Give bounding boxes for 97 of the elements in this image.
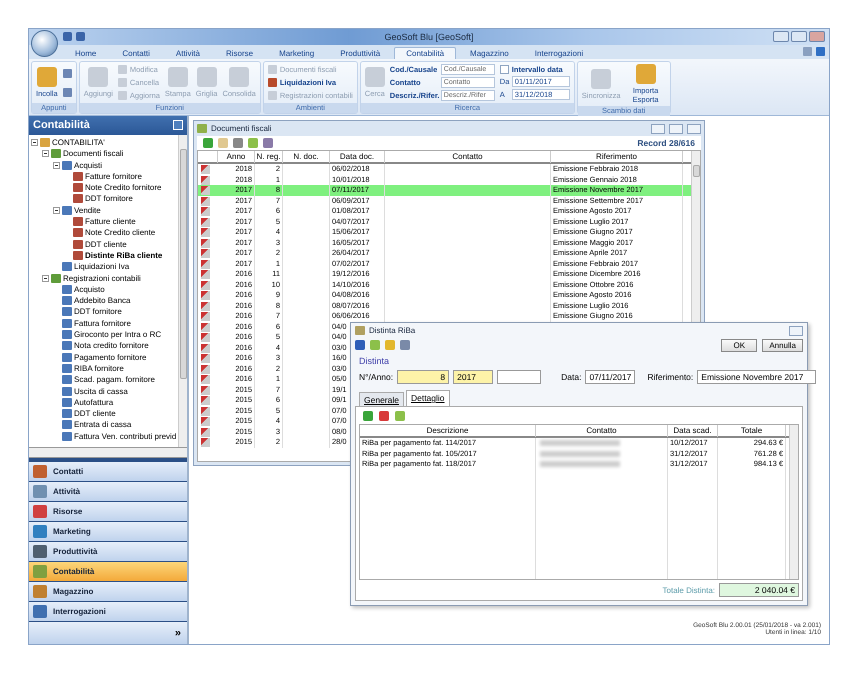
scrollbar[interactable] (29, 448, 187, 458)
close-button[interactable] (789, 326, 803, 336)
tool-icon (591, 68, 612, 88)
nav-item[interactable]: Interrogazioni (29, 602, 187, 621)
tree-item[interactable]: Distinte RiBa cliente (85, 250, 162, 260)
close-button[interactable] (809, 31, 825, 42)
column-header[interactable]: Contatto (385, 151, 551, 163)
column-header[interactable]: Data scad. (668, 425, 718, 437)
tree-item[interactable]: Fatture fornitore (85, 172, 142, 181)
cancel-button[interactable]: Annulla (762, 338, 803, 352)
nav-item[interactable]: Contabilità (29, 562, 187, 581)
total-field: 2 040.04 € (719, 583, 799, 597)
tab[interactable]: Generale (359, 392, 404, 406)
total-label: Totale Distinta: (662, 586, 715, 594)
scrollbar[interactable] (789, 425, 798, 579)
date-field[interactable]: 07/11/2017 (585, 370, 636, 384)
tree-item[interactable]: Fattura fornitore (74, 318, 131, 328)
tree-item[interactable]: Giroconto per Intra o RC (74, 330, 162, 340)
ribbon-tab[interactable]: Produttività (328, 47, 392, 59)
year-field[interactable]: 2017 (453, 370, 494, 384)
tool-icon (168, 67, 188, 87)
tree-item[interactable]: Entrata di cassa (74, 420, 132, 430)
tree-item[interactable]: DDT fornitore (74, 307, 122, 316)
column-header[interactable]: Anno (218, 151, 255, 163)
collapse-toggle[interactable] (42, 274, 49, 282)
field-label: Data: (561, 372, 582, 382)
office-button[interactable] (31, 30, 58, 57)
tool-icon (88, 67, 108, 87)
column-header[interactable]: N. doc. (283, 151, 330, 163)
record-counter: Record 28/616 (637, 138, 695, 148)
number-field[interactable]: 8 (397, 370, 450, 384)
ribbon-tab[interactable]: Contatti (110, 47, 162, 59)
collapse-toggle[interactable] (53, 206, 60, 214)
minimize-button[interactable] (651, 124, 665, 134)
close-icon[interactable] (173, 120, 183, 130)
nav-item[interactable]: Attività (29, 482, 187, 501)
tree-item[interactable]: Documenti fiscali (63, 149, 124, 158)
ribbon-tab[interactable]: Marketing (267, 47, 326, 59)
tree-item[interactable]: RIBA fornitore (74, 364, 124, 373)
reference-field[interactable]: Emissione Novembre 2017 (697, 370, 816, 384)
nav-item[interactable]: Magazzino (29, 582, 187, 601)
nav-item[interactable]: Risorse (29, 502, 187, 521)
tab[interactable]: Dettaglio (406, 390, 450, 406)
tool-icon (196, 67, 217, 87)
minimize-button[interactable] (773, 31, 789, 42)
window-icon (197, 124, 207, 133)
column-header[interactable]: Contatto (536, 425, 668, 437)
maximize-button[interactable] (791, 31, 807, 42)
tree-item[interactable]: Fatture cliente (85, 217, 136, 226)
tree-item[interactable]: Note Credito fornitore (85, 183, 162, 192)
tool-icon (229, 67, 250, 87)
input-field[interactable] (497, 370, 542, 384)
ribbon-tab[interactable]: Risorse (214, 47, 266, 59)
tree-item[interactable]: Addebito Banca (74, 296, 130, 306)
field-label: Riferimento: (647, 372, 694, 382)
tool-icon (636, 64, 656, 84)
scrollbar[interactable] (178, 134, 187, 448)
tree-item[interactable]: Autofattura (74, 398, 114, 407)
window-icon (355, 326, 365, 335)
checkbox[interactable] (500, 64, 509, 74)
ribbon-tab[interactable]: Interrogazioni (522, 47, 596, 59)
close-button[interactable] (687, 124, 701, 134)
column-header[interactable]: Riferimento (551, 151, 683, 163)
tree-item[interactable]: Pagamento fornitore (74, 352, 146, 362)
ribbon-tab[interactable]: Magazzino (458, 47, 521, 59)
tree-item[interactable]: DDT fornitore (85, 194, 133, 204)
window-title: GeoSoft Blu [GeoSoft] (384, 32, 474, 42)
nav-item[interactable]: Produttività (29, 542, 187, 561)
ok-button[interactable]: OK (721, 338, 758, 352)
tool-icon (36, 67, 57, 87)
tree-item[interactable]: Uscita di cassa (74, 386, 128, 396)
tree-item[interactable]: Acquisto (74, 284, 105, 294)
tree-item[interactable]: Liquidazioni Iva (74, 262, 130, 272)
tool-icon (364, 67, 385, 87)
tree-item[interactable]: DDT cliente (85, 240, 127, 249)
more-button[interactable]: » (174, 627, 181, 639)
column-header[interactable]: Totale (718, 425, 786, 437)
tree-item[interactable]: CONTABILITA' (52, 138, 105, 147)
ribbon-tab[interactable]: Attività (164, 47, 212, 59)
ribbon-tab[interactable]: Home (63, 47, 108, 59)
column-header[interactable]: N. reg. (255, 151, 283, 163)
tree-item[interactable]: Registrazioni contabili (63, 274, 141, 283)
tree-item[interactable]: Nota credito fornitore (74, 341, 149, 350)
column-header[interactable]: Data doc. (330, 151, 385, 163)
tree-item[interactable]: Fattura Ven. contributi previd (74, 432, 176, 441)
window-title: Documenti fiscali (211, 124, 272, 133)
nav-item[interactable]: Contatti (29, 462, 187, 481)
tree-item[interactable]: Scad. pagam. fornitore (74, 375, 155, 384)
tree-item[interactable]: Acquisti (74, 160, 102, 170)
tree-item[interactable]: Vendite (74, 206, 101, 215)
column-header[interactable]: Descrizione (360, 425, 536, 437)
panel-title: Contabilità (33, 119, 90, 132)
ribbon-tab[interactable]: Contabilità (394, 47, 456, 59)
tree-item[interactable]: Note Credito cliente (85, 228, 156, 238)
nav-item[interactable]: Marketing (29, 522, 187, 541)
maximize-button[interactable] (669, 124, 683, 134)
tree-item[interactable]: DDT cliente (74, 409, 116, 418)
